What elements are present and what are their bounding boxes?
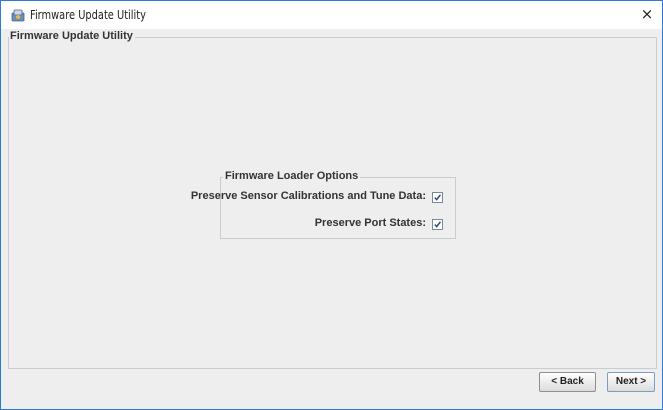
preserve-port-states-label: Preserve Port States: [314, 217, 426, 229]
loader-options-group [220, 177, 456, 239]
preserve-calibrations-label: Preserve Sensor Calibrations and Tune Da… [190, 190, 426, 202]
loader-options-title: Firmware Loader Options [223, 170, 361, 182]
next-button[interactable]: Next > [607, 372, 655, 392]
preserve-calibrations-checkbox[interactable] [432, 192, 443, 203]
main-group-title: Firmware Update Utility [9, 30, 135, 42]
app-icon [11, 9, 25, 22]
check-mark-icon [434, 194, 441, 201]
title-bar: Firmware Update Utility × [1, 1, 662, 29]
check-mark-icon [434, 221, 441, 228]
back-button[interactable]: < Back [539, 372, 596, 392]
preserve-port-states-checkbox[interactable] [432, 219, 443, 230]
close-icon[interactable]: × [638, 4, 656, 24]
window-title: Firmware Update Utility [30, 8, 146, 22]
